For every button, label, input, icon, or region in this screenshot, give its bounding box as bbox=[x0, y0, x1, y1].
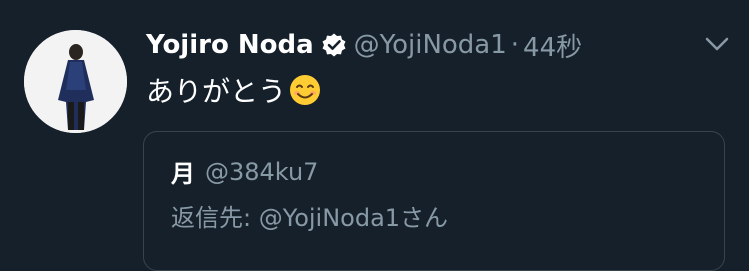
quoted-display-name: 月 bbox=[171, 160, 195, 188]
display-name[interactable]: Yojiro Noda bbox=[146, 30, 314, 60]
quoted-tweet[interactable]: 月 @384ku7 返信先: @YojiNoda1さん bbox=[143, 131, 725, 271]
reply-to-handle[interactable]: @YojiNoda1さん bbox=[259, 204, 448, 232]
tweet-text: ありがとう bbox=[146, 70, 322, 110]
tweet[interactable]: Yojiro Noda @YojiNoda1 · 44秒 ありがとう 月 @38… bbox=[0, 0, 749, 271]
tweet-header: Yojiro Noda @YojiNoda1 · 44秒 bbox=[146, 24, 582, 66]
timestamp[interactable]: 44秒 bbox=[523, 27, 582, 64]
reply-prefix: 返信先: bbox=[171, 204, 259, 232]
quoted-user-handle: @384ku7 bbox=[205, 157, 319, 186]
chevron-down-icon[interactable] bbox=[703, 34, 731, 54]
quoted-tweet-header: 月 @384ku7 bbox=[171, 154, 318, 189]
user-handle[interactable]: @YojiNoda1 bbox=[354, 30, 507, 60]
avatar-person-icon bbox=[24, 30, 127, 133]
verified-badge-icon bbox=[321, 32, 347, 58]
smiling-face-icon bbox=[288, 73, 322, 107]
reply-context: 返信先: @YojiNoda1さん bbox=[171, 198, 448, 233]
separator-dot: · bbox=[510, 30, 520, 60]
avatar[interactable] bbox=[24, 30, 127, 133]
tweet-text-content: ありがとう bbox=[146, 75, 287, 108]
